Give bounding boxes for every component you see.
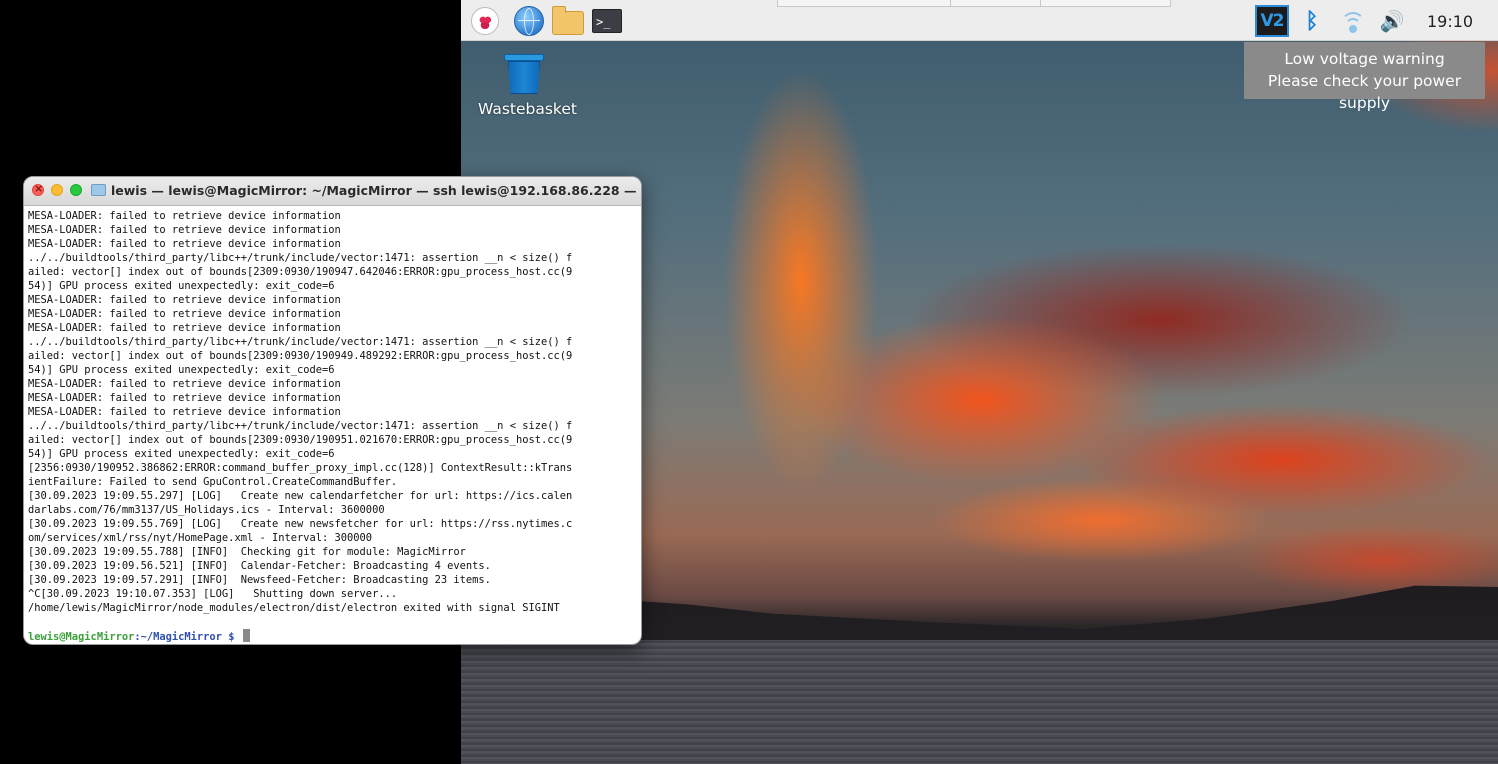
terminal-line: /home/lewis/MagicMirror/node_modules/ele… xyxy=(28,602,560,614)
terminal-line: 54)] GPU process exited unexpectedly: ex… xyxy=(28,448,335,460)
tooltip-line-2: Please check your power supply xyxy=(1267,72,1462,112)
vnc-icon: V2 xyxy=(1255,5,1289,37)
terminal-line: [30.09.2023 19:09.55.788] [INFO] Checkin… xyxy=(28,546,466,558)
folder-icon xyxy=(91,184,106,196)
top-panel: >_ V2 ᛒ 🔊 19:10 xyxy=(461,0,1498,41)
wifi-tray-button[interactable] xyxy=(1338,5,1368,37)
bluetooth-tray-button[interactable]: ᛒ xyxy=(1299,5,1325,37)
desktop-icon-wastebasket[interactable]: Wastebasket xyxy=(478,52,577,118)
terminal-line: MESA-LOADER: failed to retrieve device i… xyxy=(28,210,341,222)
prompt-path: :~/MagicMirror xyxy=(134,631,222,643)
desktop-icon-label: Wastebasket xyxy=(478,100,577,118)
taskbar-window-list[interactable] xyxy=(777,0,1171,7)
vnc-tray-button[interactable]: V2 xyxy=(1254,5,1290,37)
terminal-window[interactable]: lewis — lewis@MagicMirror: ~/MagicMirror… xyxy=(23,176,642,645)
close-window-button[interactable] xyxy=(32,182,44,196)
tooltip-line-1: Low voltage warning xyxy=(1284,50,1445,68)
wallpaper-water xyxy=(461,640,1498,764)
terminal-line: ailed: vector[] index out of bounds[2309… xyxy=(28,350,573,362)
terminal-line: [30.09.2023 19:09.56.521] [INFO] Calenda… xyxy=(28,560,491,572)
terminal-line: MESA-LOADER: failed to retrieve device i… xyxy=(28,294,341,306)
terminal-line: om/services/xml/rss/nyt/HomePage.xml - I… xyxy=(28,532,373,544)
terminal-icon: >_ xyxy=(592,9,622,33)
terminal-line: darlabs.com/76/mm3137/US_Holidays.ics - … xyxy=(28,504,385,516)
volume-icon: 🔊 xyxy=(1379,9,1405,33)
terminal-line: ^C[30.09.2023 19:10.07.353] [LOG] Shutti… xyxy=(28,588,398,600)
clock[interactable]: 19:10 xyxy=(1427,12,1473,31)
terminal-line: [30.09.2023 19:09.55.769] [LOG] Create n… xyxy=(28,518,573,530)
web-browser-button[interactable] xyxy=(513,6,545,36)
terminal-line: MESA-LOADER: failed to retrieve device i… xyxy=(28,224,341,236)
shell-prompt[interactable]: lewis@MagicMirror:~/MagicMirror $ xyxy=(28,629,637,644)
terminal-line: [2356:0930/190952.386862:ERROR:command_b… xyxy=(28,462,573,474)
prompt-user-host: lewis@MagicMirror xyxy=(28,631,135,643)
raspberry-menu-icon xyxy=(471,7,499,35)
terminal-titlebar[interactable]: lewis — lewis@MagicMirror: ~/MagicMirror… xyxy=(24,177,641,206)
text-cursor xyxy=(242,629,250,642)
web-browser-icon xyxy=(514,6,544,36)
terminal-line: ../../buildtools/third_party/libc++/trun… xyxy=(28,252,573,264)
terminal-line: ientFailure: Failed to send GpuControl.C… xyxy=(28,476,398,488)
terminal-line: [30.09.2023 19:09.57.291] [INFO] Newsfee… xyxy=(28,574,491,586)
terminal-line: MESA-LOADER: failed to retrieve device i… xyxy=(28,406,341,418)
low-voltage-warning-tooltip: Low voltage warning Please check your po… xyxy=(1244,42,1485,112)
terminal-line: MESA-LOADER: failed to retrieve device i… xyxy=(28,392,341,404)
wifi-icon xyxy=(1340,8,1366,34)
maximize-window-button[interactable] xyxy=(70,184,82,196)
terminal-line: 54)] GPU process exited unexpectedly: ex… xyxy=(28,280,335,292)
terminal-line: ../../buildtools/third_party/libc++/trun… xyxy=(28,336,573,348)
terminal-line: [30.09.2023 19:09.55.297] [LOG] Create n… xyxy=(28,490,573,502)
prompt-symbol: $ xyxy=(221,631,241,643)
volume-tray-button[interactable]: 🔊 xyxy=(1377,5,1407,37)
minimize-window-button[interactable] xyxy=(51,184,63,196)
file-manager-button[interactable] xyxy=(552,6,584,36)
terminal-button[interactable]: >_ xyxy=(591,6,623,36)
terminal-output[interactable]: MESA-LOADER: failed to retrieve device i… xyxy=(24,206,641,644)
terminal-line: MESA-LOADER: failed to retrieve device i… xyxy=(28,322,341,334)
terminal-line: MESA-LOADER: failed to retrieve device i… xyxy=(28,238,341,250)
terminal-line: MESA-LOADER: failed to retrieve device i… xyxy=(28,378,341,390)
file-manager-icon xyxy=(552,6,584,35)
terminal-line: ailed: vector[] index out of bounds[2309… xyxy=(28,266,573,278)
wastebasket-icon xyxy=(504,52,544,94)
window-title: lewis — lewis@MagicMirror: ~/MagicMirror… xyxy=(111,183,642,198)
terminal-line: MESA-LOADER: failed to retrieve device i… xyxy=(28,308,341,320)
raspberry-menu-button[interactable] xyxy=(469,6,501,36)
terminal-line: ailed: vector[] index out of bounds[2309… xyxy=(28,434,573,446)
terminal-line: 54)] GPU process exited unexpectedly: ex… xyxy=(28,364,335,376)
bluetooth-icon: ᛒ xyxy=(1305,8,1319,34)
terminal-line: ../../buildtools/third_party/libc++/trun… xyxy=(28,420,573,432)
